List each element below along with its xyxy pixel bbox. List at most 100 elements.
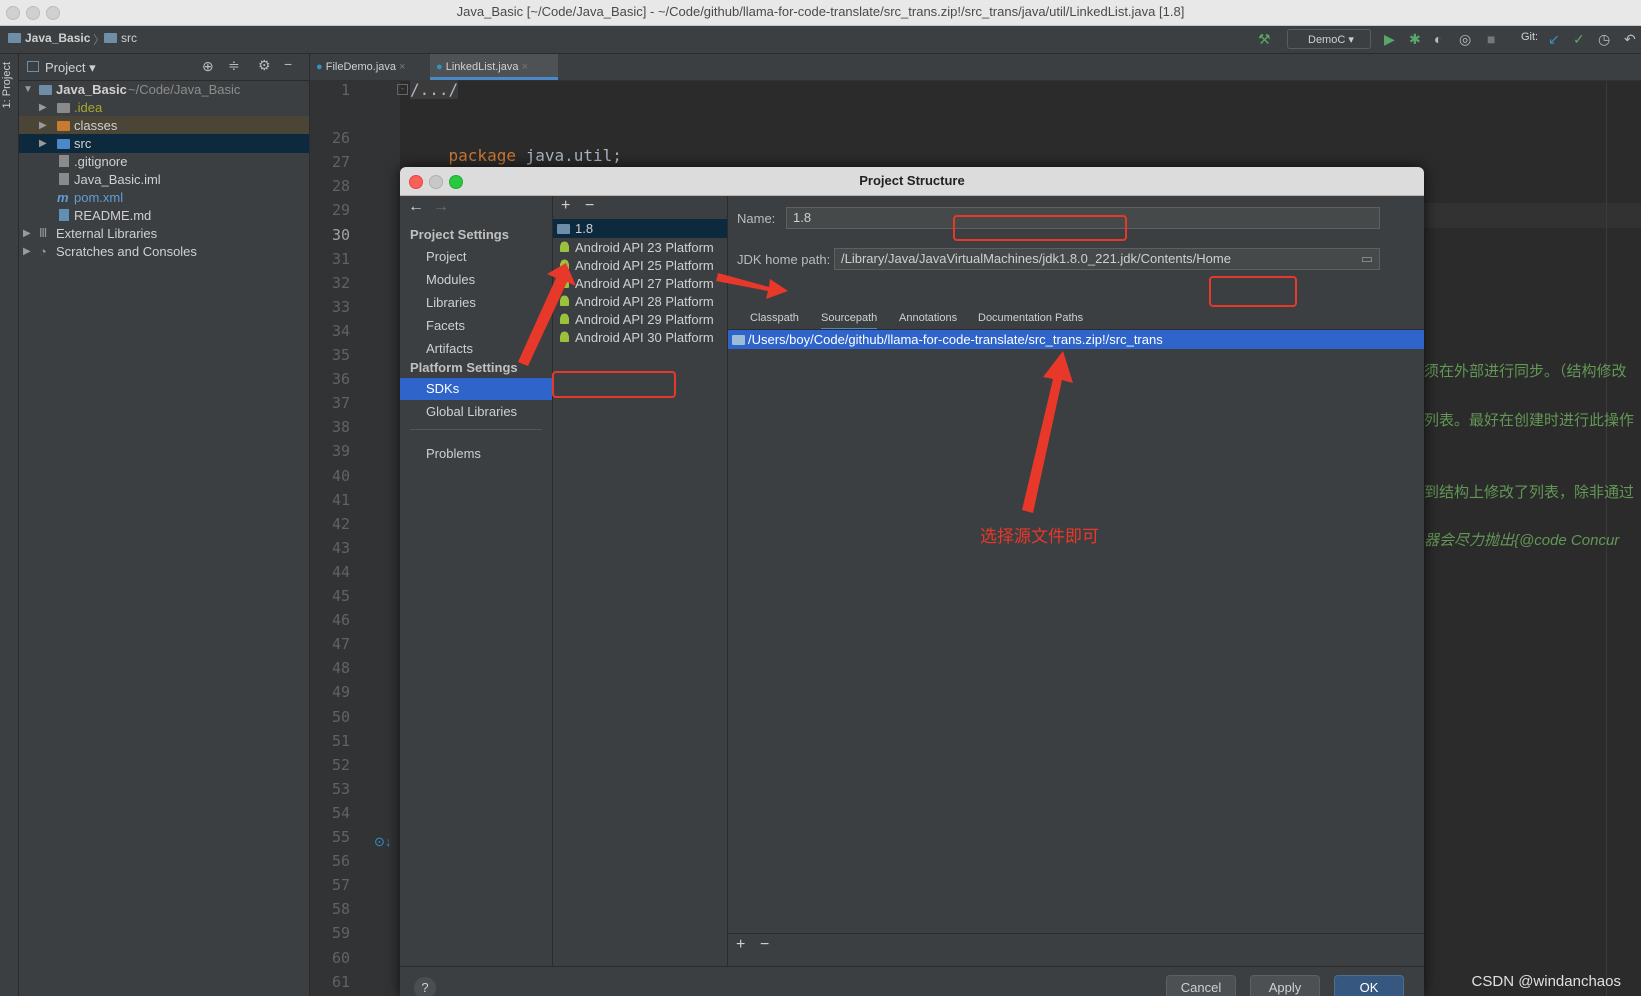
locate-icon[interactable]: ⊕ bbox=[202, 58, 214, 75]
breadcrumb-project[interactable]: Java_Basic bbox=[8, 31, 90, 45]
sdk-item-android-25[interactable]: Android API 25 Platform bbox=[553, 256, 727, 275]
line-number: 30 bbox=[331, 225, 350, 244]
run-configuration-selector[interactable]: DemoC ▾ bbox=[1287, 29, 1371, 49]
sdk-item-android-27[interactable]: Android API 27 Platform bbox=[553, 274, 727, 293]
run-icon[interactable]: ▶ bbox=[1384, 31, 1395, 48]
stop-icon[interactable]: ■ bbox=[1487, 31, 1495, 47]
nav-item-global-libraries[interactable]: Global Libraries bbox=[400, 401, 552, 423]
debug-icon[interactable]: ✱ bbox=[1409, 31, 1421, 48]
line-number: 37 bbox=[331, 394, 350, 413]
tree-item-pom[interactable]: m pom.xml bbox=[19, 188, 309, 207]
project-tool-window-button[interactable]: 1: Project bbox=[1, 62, 17, 108]
sdk-item-android-29[interactable]: Android API 29 Platform bbox=[553, 310, 727, 329]
tab-annotations[interactable]: Annotations bbox=[899, 312, 957, 324]
tree-item-idea[interactable]: ▶ .idea bbox=[19, 98, 309, 117]
sourcepath-list-item[interactable]: /Users/boy/Code/github/llama-for-code-tr… bbox=[728, 330, 1424, 349]
coverage-icon[interactable]: ◐ bbox=[1434, 31, 1442, 47]
help-button[interactable]: ? bbox=[414, 977, 436, 996]
folded-region[interactable]: /.../ bbox=[410, 80, 459, 99]
close-tab-icon[interactable]: × bbox=[522, 61, 528, 73]
line-number: 51 bbox=[331, 731, 350, 750]
forward-arrow-icon[interactable]: → bbox=[433, 198, 449, 216]
build-hammer-icon[interactable]: ⚒ bbox=[1258, 31, 1271, 48]
breadcrumb-src[interactable]: src bbox=[104, 31, 137, 45]
line-number: 1 bbox=[340, 81, 350, 99]
name-label: Name: bbox=[737, 211, 776, 226]
browse-folder-icon[interactable]: ▭ bbox=[1361, 249, 1373, 269]
editor-tab-bar: ● FileDemo.java × ● LinkedList.java × bbox=[310, 54, 1641, 81]
close-tab-icon[interactable]: × bbox=[399, 61, 405, 73]
platform-settings-header: Platform Settings bbox=[410, 360, 518, 375]
tab-filedemo[interactable]: ● FileDemo.java × bbox=[316, 54, 420, 80]
remove-path-button[interactable]: − bbox=[760, 936, 769, 954]
history-icon[interactable]: ◷ bbox=[1598, 31, 1610, 48]
dialog-title: Project Structure bbox=[859, 173, 965, 188]
tree-item-scratches[interactable]: ▶ ◔ Scratches and Consoles bbox=[19, 242, 309, 261]
android-icon bbox=[560, 331, 569, 342]
add-path-button[interactable]: + bbox=[736, 936, 745, 954]
android-icon bbox=[560, 241, 569, 252]
expand-arrow-icon[interactable]: ▶ bbox=[23, 242, 31, 261]
gear-icon[interactable]: ⚙ bbox=[258, 57, 271, 74]
fold-icon[interactable]: - bbox=[397, 84, 408, 95]
dialog-button-bar: ? Cancel Apply OK bbox=[400, 966, 1424, 996]
sdk-item-1-8[interactable]: 1.8 bbox=[553, 219, 727, 238]
hide-panel-icon[interactable]: − bbox=[284, 56, 292, 72]
project-folder-icon bbox=[8, 33, 21, 43]
line-number: 32 bbox=[331, 273, 350, 292]
profile-icon[interactable]: ◎ bbox=[1459, 31, 1471, 48]
tree-item-external-libraries[interactable]: ▶ Ⅲ External Libraries bbox=[19, 224, 309, 243]
nav-item-libraries[interactable]: Libraries bbox=[400, 292, 552, 314]
library-icon: Ⅲ bbox=[39, 226, 48, 240]
line-number: 26 bbox=[331, 129, 350, 148]
nav-item-modules[interactable]: Modules bbox=[400, 269, 552, 291]
collapse-all-icon[interactable]: ≑ bbox=[228, 57, 240, 74]
sdk-item-android-28[interactable]: Android API 28 Platform bbox=[553, 292, 727, 311]
nav-item-problems[interactable]: Problems bbox=[400, 443, 552, 465]
markdown-file-icon bbox=[59, 209, 69, 221]
tree-item-java-basic[interactable]: ▼ Java_Basic ~/Code/Java_Basic bbox=[19, 80, 309, 99]
expand-arrow-icon[interactable]: ▶ bbox=[39, 116, 47, 135]
line-number: 49 bbox=[331, 683, 350, 702]
back-arrow-icon[interactable]: ← bbox=[408, 198, 424, 216]
project-view-selector[interactable]: Project ▾ bbox=[45, 60, 96, 76]
tab-classpath[interactable]: Classpath bbox=[750, 312, 799, 324]
remove-sdk-button[interactable]: − bbox=[585, 197, 594, 215]
nav-item-sdks[interactable]: SDKs bbox=[400, 378, 552, 400]
sdk-item-android-30[interactable]: Android API 30 Platform bbox=[553, 328, 727, 347]
tree-item-readme[interactable]: README.md bbox=[19, 206, 309, 225]
apply-button[interactable]: Apply bbox=[1250, 975, 1320, 996]
line-number: 60 bbox=[331, 948, 350, 967]
override-marker-icon[interactable]: ⊙↓ bbox=[374, 834, 391, 850]
ok-button[interactable]: OK bbox=[1334, 975, 1404, 996]
nav-item-project[interactable]: Project bbox=[400, 246, 552, 268]
git-label: Git: bbox=[1521, 31, 1539, 43]
tree-item-iml[interactable]: Java_Basic.iml bbox=[19, 170, 309, 189]
dialog-navigation: ← → Project Settings Project Modules Lib… bbox=[400, 196, 553, 966]
line-number: 55 bbox=[331, 828, 350, 846]
tree-item-src[interactable]: ▶ src bbox=[19, 134, 309, 153]
scratches-icon: ◔ bbox=[39, 244, 47, 259]
expand-arrow-icon[interactable]: ▼ bbox=[23, 80, 33, 99]
expand-arrow-icon[interactable]: ▶ bbox=[23, 224, 31, 243]
line-number: 56 bbox=[331, 852, 350, 871]
tab-linkedlist[interactable]: ● LinkedList.java × bbox=[430, 54, 558, 80]
tab-documentation-paths[interactable]: Documentation Paths bbox=[978, 312, 1083, 324]
expand-arrow-icon[interactable]: ▶ bbox=[39, 98, 47, 117]
line-number: 61 bbox=[331, 972, 350, 991]
line-number: 27 bbox=[331, 153, 350, 172]
sdk-item-android-23[interactable]: Android API 23 Platform bbox=[553, 238, 727, 257]
line-number: 28 bbox=[331, 177, 350, 196]
add-sdk-button[interactable]: + bbox=[561, 197, 570, 215]
line-number: 40 bbox=[331, 466, 350, 485]
git-commit-icon[interactable]: ✓ bbox=[1573, 31, 1585, 48]
nav-item-artifacts[interactable]: Artifacts bbox=[400, 338, 552, 360]
tree-item-gitignore[interactable]: .gitignore bbox=[19, 152, 309, 171]
git-update-icon[interactable]: ↙ bbox=[1548, 31, 1560, 48]
rollback-icon[interactable]: ↶ bbox=[1624, 31, 1636, 48]
tree-item-classes[interactable]: ▶ classes bbox=[19, 116, 309, 135]
nav-item-facets[interactable]: Facets bbox=[400, 315, 552, 337]
jdk-home-path-field[interactable]: /Library/Java/JavaVirtualMachines/jdk1.8… bbox=[834, 248, 1380, 270]
cancel-button[interactable]: Cancel bbox=[1166, 975, 1236, 996]
expand-arrow-icon[interactable]: ▶ bbox=[39, 134, 47, 153]
